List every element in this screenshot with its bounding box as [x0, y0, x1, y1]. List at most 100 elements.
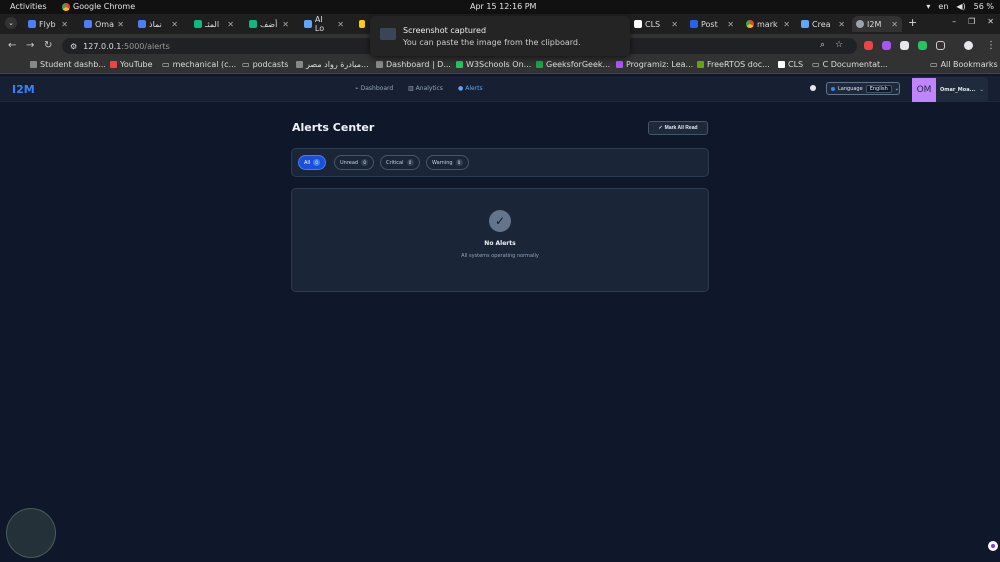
tab-search-button[interactable]: ⌄ — [5, 17, 17, 29]
bookmark-star-icon[interactable]: ☆ — [835, 40, 843, 50]
filter-critical[interactable]: Critical 0 — [380, 155, 420, 170]
language-select[interactable]: English — [865, 84, 892, 93]
bookmark-label: CLS — [788, 60, 804, 69]
nav-analytics[interactable]: ▥ Analytics — [408, 85, 443, 92]
bookmark-favicon-icon — [778, 61, 785, 68]
browser-tab-active[interactable]: I2M ✕ — [852, 16, 902, 32]
filter-count: 0 — [313, 159, 321, 166]
close-window-icon[interactable]: ✕ — [987, 17, 994, 26]
bookmark-item[interactable]: ▭ C Documentat... — [812, 60, 888, 69]
close-tab-icon[interactable]: ✕ — [171, 20, 178, 29]
close-tab-icon[interactable]: ✕ — [227, 20, 234, 29]
bookmark-item[interactable]: W3Schools On... — [456, 60, 531, 69]
bookmark-folder[interactable]: ▭ podcasts — [242, 60, 288, 69]
bookmark-item[interactable]: GeeksforGeek... — [536, 60, 610, 69]
browser-tab[interactable]: المثـ ✕ — [190, 16, 238, 32]
close-tab-icon[interactable]: ✕ — [337, 20, 344, 29]
browser-tab[interactable]: نماذ ✕ — [134, 16, 182, 32]
bookmark-folder[interactable]: ▭ mechanical (c... — [162, 60, 236, 69]
notification-title: Screenshot captured — [403, 26, 487, 35]
filter-label: Unread — [340, 159, 359, 166]
close-tab-icon[interactable]: ✕ — [61, 20, 68, 29]
bookmark-item[interactable]: CLS — [778, 60, 803, 69]
browser-tab[interactable]: Crea ✕ — [797, 16, 849, 32]
tab-favicon-icon — [84, 20, 92, 28]
browser-tab[interactable]: Oma ✕ — [80, 16, 128, 32]
filter-unread[interactable]: Unread 0 — [334, 155, 375, 170]
mark-all-read-button[interactable]: ✓ Mark All Read — [648, 121, 708, 135]
url-path: :5000/alerts — [121, 41, 170, 51]
extension-icon[interactable] — [918, 41, 927, 50]
nav-dashboard[interactable]: ⌁ Dashboard — [355, 85, 393, 92]
bookmark-favicon-icon — [536, 61, 543, 68]
browser-tab[interactable]: AI Lo ✕ — [300, 15, 348, 33]
bookmark-favicon-icon — [456, 61, 463, 68]
app-menu[interactable]: Google Chrome — [62, 2, 135, 11]
tab-label: المثـ — [205, 19, 220, 29]
nav-label: Alerts — [465, 85, 483, 92]
back-arrow-icon[interactable]: ← — [8, 40, 16, 51]
tab-label: CLS — [645, 19, 661, 29]
extensions-puzzle-icon[interactable] — [936, 41, 945, 50]
nav-alerts[interactable]: ● Alerts — [458, 85, 483, 92]
bookmark-item[interactable]: Student dashb... — [30, 60, 106, 69]
minimize-icon[interactable]: – — [952, 17, 956, 26]
bookmark-favicon-icon — [616, 61, 623, 68]
bookmark-label: All Bookmarks — [940, 60, 998, 69]
new-tab-button[interactable]: + — [908, 16, 917, 29]
reload-icon[interactable]: ↻ — [44, 40, 52, 51]
menu-kebab-icon[interactable]: ⋮ — [986, 40, 996, 51]
close-tab-icon[interactable]: ✕ — [117, 20, 124, 29]
bookmark-label: Dashboard | D... — [386, 60, 451, 69]
bookmark-item[interactable]: Programiz: Lea... — [616, 60, 693, 69]
empty-state-message: All systems operating normally — [461, 253, 539, 259]
filter-all[interactable]: All 0 — [298, 155, 327, 170]
bookmark-label: Student dashb... — [40, 60, 106, 69]
browser-tab[interactable]: أضف ✕ — [245, 16, 293, 32]
floating-assistant-button[interactable] — [988, 541, 998, 551]
zoom-icon[interactable]: ⌕ — [820, 40, 825, 50]
browser-tab[interactable] — [355, 16, 369, 32]
theme-toggle-icon[interactable] — [810, 85, 816, 91]
all-bookmarks-button[interactable]: ▭ All Bookmarks — [930, 60, 998, 69]
profile-avatar[interactable] — [964, 41, 973, 50]
browser-tab[interactable]: mark ✕ — [742, 16, 794, 32]
close-tab-icon[interactable]: ✕ — [671, 20, 678, 29]
bookmark-item[interactable]: YouTube — [110, 60, 153, 69]
activities-button[interactable]: Activities — [10, 2, 47, 11]
maximize-icon[interactable]: ❐ — [968, 17, 975, 26]
brand-logo[interactable]: I2M — [12, 83, 35, 96]
browser-tab[interactable]: Post ✕ — [686, 16, 738, 32]
bookmark-label: YouTube — [120, 60, 153, 69]
user-menu[interactable]: OM Omar_Moa... ⌄ — [912, 77, 988, 102]
language-selector[interactable]: Language English ⌄ — [826, 82, 900, 95]
bookmark-item[interactable]: FreeRTOS doc... — [697, 60, 770, 69]
system-clock[interactable]: Apr 15 12:16 PM — [470, 2, 536, 11]
browser-tab[interactable]: Flyb ✕ — [24, 16, 72, 32]
close-tab-icon[interactable]: ✕ — [282, 20, 289, 29]
close-tab-icon[interactable]: ✕ — [838, 20, 845, 29]
close-tab-icon[interactable]: ✕ — [783, 20, 790, 29]
forward-arrow-icon[interactable]: → — [26, 40, 34, 51]
extension-icon[interactable] — [882, 41, 891, 50]
bookmark-item[interactable]: مبادرة رواد مصر... — [296, 60, 369, 69]
wifi-icon: ▾ — [926, 2, 931, 11]
extension-icon[interactable] — [900, 41, 909, 50]
volume-icon: ◀) — [956, 2, 966, 11]
screenshot-notification[interactable]: Screenshot captured You can paste the im… — [370, 16, 630, 56]
close-tab-icon[interactable]: ✕ — [727, 20, 734, 29]
system-tray[interactable]: ▾ en ◀) 56 % — [926, 2, 994, 11]
browser-tab[interactable]: CLS ✕ — [630, 16, 682, 32]
tab-label: Oma — [95, 19, 114, 29]
site-info-icon[interactable]: ⚙ — [70, 42, 77, 51]
chart-line-icon: ⌁ — [355, 85, 359, 92]
battery-level: 56 % — [973, 2, 994, 11]
close-tab-icon[interactable]: ✕ — [891, 20, 898, 29]
folder-icon: ▭ — [162, 60, 170, 69]
tab-label: Crea — [812, 19, 831, 29]
bookmark-label: mechanical (c... — [172, 60, 237, 69]
extension-icon[interactable] — [864, 41, 873, 50]
filter-warning[interactable]: Warning 0 — [426, 155, 469, 170]
bookmark-label: FreeRTOS doc... — [707, 60, 770, 69]
bookmark-item[interactable]: Dashboard | D... — [376, 60, 451, 69]
